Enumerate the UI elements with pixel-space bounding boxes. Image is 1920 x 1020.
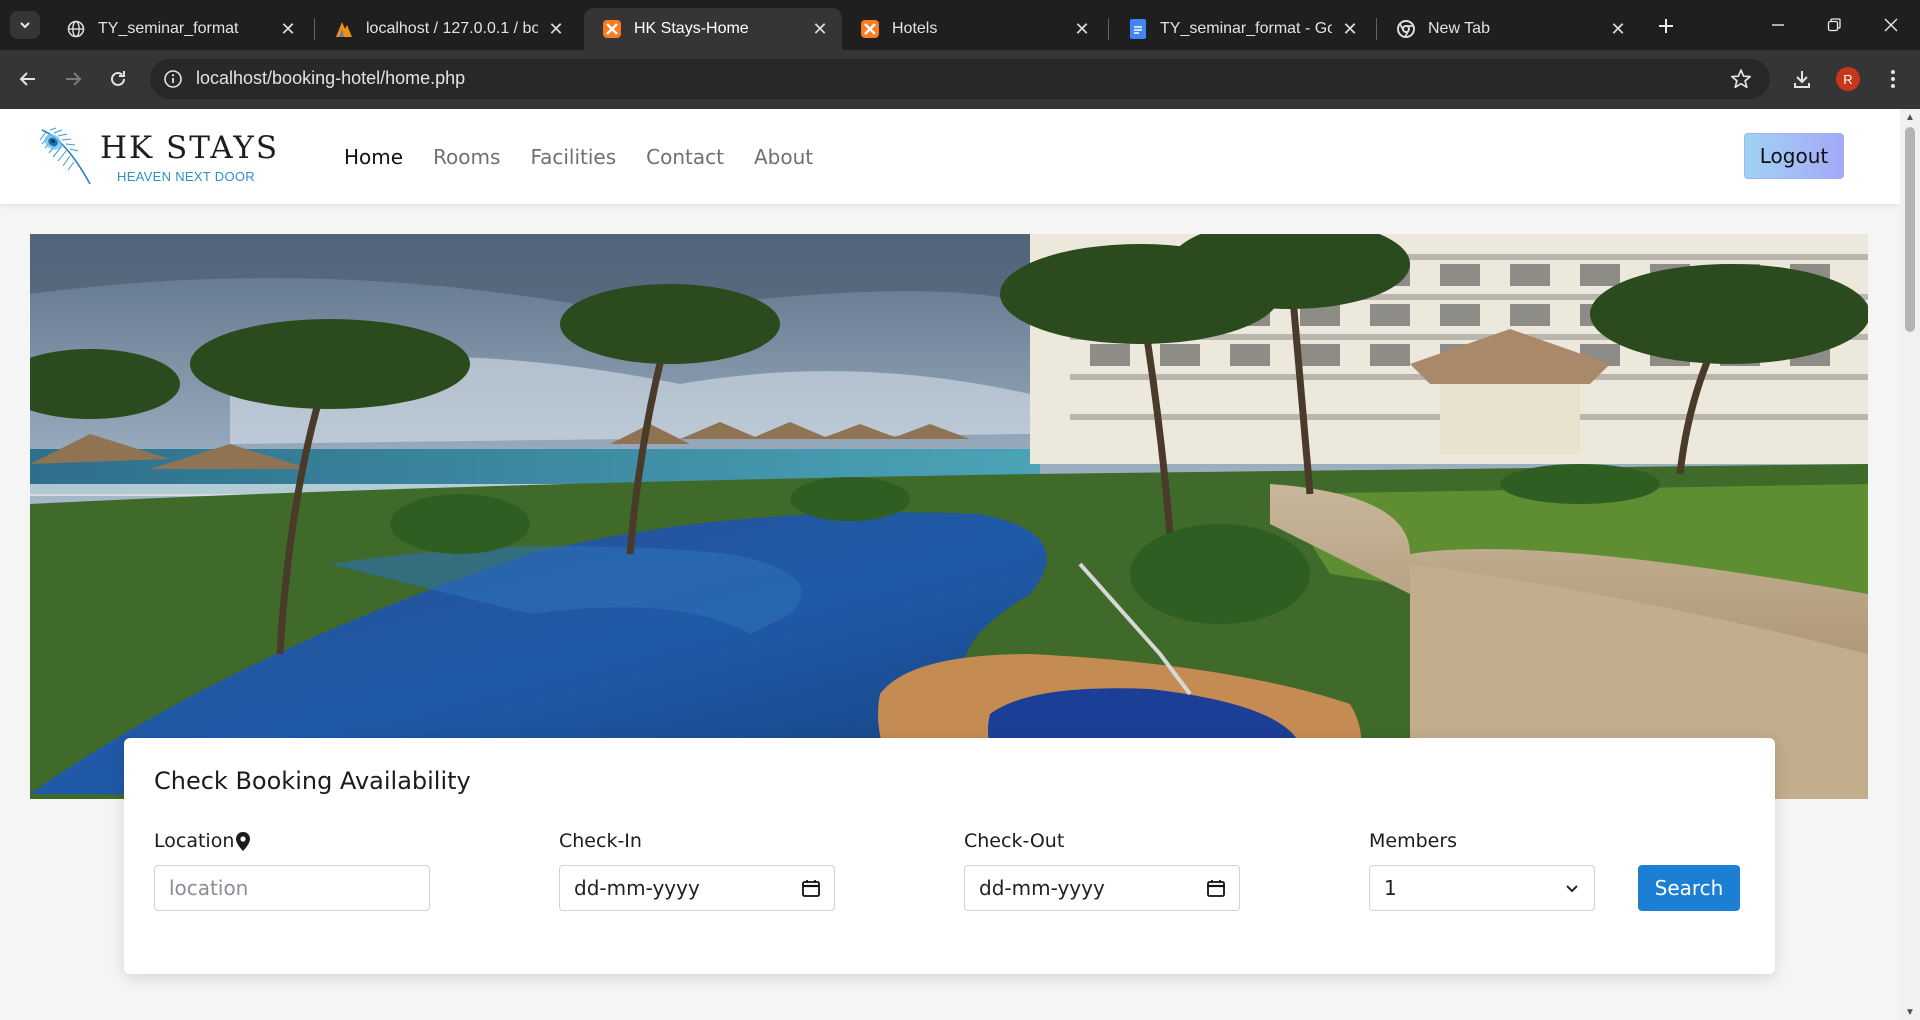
nav-rooms[interactable]: Rooms — [433, 145, 500, 169]
check-out-date-input[interactable]: dd-mm-yyyy — [964, 865, 1240, 911]
page-scrollbar[interactable]: ▲ ▼ — [1900, 109, 1920, 1020]
members-value: 1 — [1384, 876, 1397, 900]
xampp-icon — [860, 19, 880, 39]
booking-availability-card: Check Booking Availability Location loca… — [124, 738, 1775, 974]
tab-separator — [1108, 18, 1109, 40]
tab-google-docs[interactable]: TY_seminar_format - Goog ✕ — [1110, 8, 1372, 50]
more-options-icon[interactable] — [1880, 66, 1906, 92]
nav-contact[interactable]: Contact — [646, 145, 724, 169]
minimize-icon — [1772, 24, 1784, 26]
tab-title: TY_seminar_format - Goog — [1160, 20, 1332, 37]
bookmark-star-icon[interactable] — [1728, 66, 1754, 92]
site-navbar: HK STAYS HEAVEN NEXT DOOR Home Rooms Fac… — [0, 109, 1900, 204]
reload-button[interactable] — [103, 64, 133, 94]
scrollbar-thumb[interactable] — [1905, 127, 1915, 332]
close-icon — [1884, 18, 1898, 32]
close-window-button[interactable] — [1862, 0, 1920, 50]
booking-title: Check Booking Availability — [154, 767, 471, 795]
tab-title: Hotels — [892, 20, 938, 37]
reload-icon — [111, 71, 125, 86]
url-host: localhost — [196, 68, 268, 88]
site-logo[interactable]: HK STAYS HEAVEN NEXT DOOR — [36, 126, 280, 188]
logout-button[interactable]: Logout — [1744, 133, 1844, 179]
plus-icon — [1659, 19, 1673, 33]
scroll-up-arrow-icon[interactable]: ▲ — [1900, 109, 1920, 125]
tab-separator — [1376, 18, 1377, 40]
hero-image — [30, 234, 1868, 799]
phpmyadmin-icon — [334, 19, 354, 39]
restore-button[interactable] — [1805, 0, 1863, 50]
peacock-feather-icon — [39, 127, 91, 185]
browser-tab-bar: TY_seminar_format ✕ localhost / 127.0.0.… — [0, 0, 1920, 50]
members-select[interactable]: 1 — [1369, 865, 1595, 911]
check-out-value: dd-mm-yyyy — [979, 876, 1105, 900]
scroll-down-arrow-icon[interactable]: ▼ — [1900, 1004, 1920, 1020]
chrome-icon — [1396, 19, 1416, 39]
site-info-icon[interactable] — [162, 68, 184, 90]
location-label-text: Location — [154, 830, 235, 852]
close-icon[interactable]: ✕ — [1072, 19, 1092, 39]
logo-title: HK STAYS — [100, 130, 280, 166]
google-docs-icon — [1128, 19, 1148, 39]
nav-facilities[interactable]: Facilities — [530, 145, 616, 169]
page-viewport: HK STAYS HEAVEN NEXT DOOR Home Rooms Fac… — [0, 109, 1900, 1020]
close-icon[interactable]: ✕ — [1340, 19, 1360, 39]
tab-title: localhost / 127.0.0.1 / book — [366, 20, 538, 37]
profile-avatar[interactable]: R — [1836, 67, 1860, 91]
minimize-button[interactable] — [1749, 0, 1807, 50]
calendar-icon[interactable] — [1207, 879, 1225, 897]
tab-phpmyadmin[interactable]: localhost / 127.0.0.1 / book ✕ — [316, 8, 578, 50]
forward-button[interactable] — [58, 64, 88, 94]
url-path: /booking-hotel/home.php — [267, 68, 466, 88]
chevron-down-icon — [1566, 885, 1578, 893]
close-icon[interactable]: ✕ — [546, 19, 566, 39]
members-label: Members — [1369, 830, 1458, 852]
xampp-icon — [602, 19, 622, 39]
close-icon[interactable]: ✕ — [810, 19, 830, 39]
tab-title: HK Stays-Home — [634, 20, 749, 37]
calendar-icon[interactable] — [802, 879, 820, 897]
tab-title: TY_seminar_format — [98, 20, 239, 37]
restore-icon — [1827, 18, 1841, 32]
globe-icon — [66, 19, 86, 39]
map-pin-icon — [236, 831, 251, 851]
nav-home[interactable]: Home — [344, 145, 403, 169]
arrow-left-icon — [19, 72, 35, 86]
nav-about[interactable]: About — [754, 145, 813, 169]
location-placeholder: location — [169, 876, 249, 900]
close-icon[interactable]: ✕ — [1608, 19, 1628, 39]
tab-title: New Tab — [1428, 20, 1490, 37]
check-in-label: Check-In — [559, 830, 642, 852]
close-icon[interactable]: ✕ — [278, 19, 298, 39]
back-button[interactable] — [13, 64, 43, 94]
check-in-date-input[interactable]: dd-mm-yyyy — [559, 865, 835, 911]
arrow-right-icon — [66, 72, 82, 86]
address-url[interactable]: localhost/booking-hotel/home.php — [196, 68, 465, 89]
tab-separator — [314, 18, 315, 40]
check-in-value: dd-mm-yyyy — [574, 876, 700, 900]
main-nav: Home Rooms Facilities Contact About — [344, 145, 813, 169]
download-icon[interactable] — [1789, 66, 1815, 92]
search-button[interactable]: Search — [1638, 865, 1740, 911]
logo-tagline: HEAVEN NEXT DOOR — [117, 169, 255, 184]
location-label: Location — [154, 830, 251, 852]
check-out-label: Check-Out — [964, 830, 1065, 852]
tab-ty-seminar[interactable]: TY_seminar_format ✕ — [48, 8, 310, 50]
new-tab-button[interactable] — [1652, 12, 1680, 40]
tab-hk-stays-home[interactable]: HK Stays-Home ✕ — [584, 8, 842, 50]
tab-hotels[interactable]: Hotels ✕ — [842, 8, 1104, 50]
tab-search-button[interactable] — [10, 11, 40, 39]
tab-new-tab[interactable]: New Tab ✕ — [1378, 8, 1640, 50]
location-input[interactable]: location — [154, 865, 430, 911]
chevron-down-icon — [20, 22, 30, 29]
